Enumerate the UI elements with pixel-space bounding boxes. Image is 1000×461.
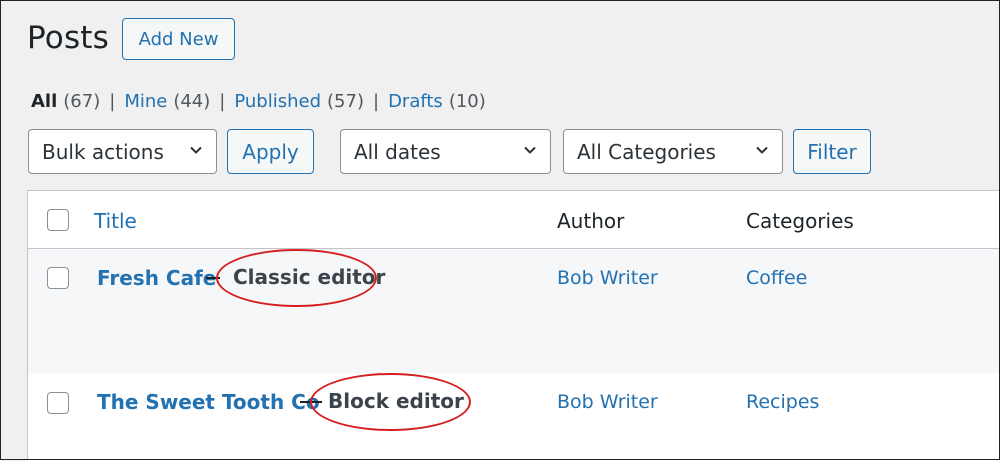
author-link[interactable]: Bob Writer <box>557 267 658 289</box>
view-separator: | <box>109 91 116 112</box>
column-categories: Categories <box>746 209 854 233</box>
annotation-label: Block editor <box>328 389 464 413</box>
bulk-actions-value: Bulk actions <box>42 139 164 164</box>
chevron-down-icon <box>190 146 202 154</box>
chevron-down-icon <box>524 146 536 154</box>
select-all-checkbox[interactable] <box>47 209 69 231</box>
bulk-actions-select[interactable]: Bulk actions <box>28 129 217 174</box>
dates-select[interactable]: All dates <box>340 129 551 174</box>
posts-table: Title Author Categories Fresh Cafe Bob W… <box>27 190 1000 461</box>
post-title-link[interactable]: Fresh Cafe <box>97 266 216 290</box>
annotation-label: Classic editor <box>233 265 386 289</box>
column-title[interactable]: Title <box>94 209 137 233</box>
add-new-button[interactable]: Add New <box>122 18 235 60</box>
apply-button[interactable]: Apply <box>227 129 314 174</box>
view-mine-link[interactable]: Mine <box>124 91 167 112</box>
table-row: The Sweet Tooth Co Bob Writer Recipes <box>28 373 1000 461</box>
category-link[interactable]: Recipes <box>746 391 819 413</box>
view-published-link[interactable]: Published <box>234 91 321 112</box>
column-author: Author <box>557 209 625 233</box>
categories-value: All Categories <box>577 139 716 164</box>
category-link[interactable]: Coffee <box>746 267 807 289</box>
view-drafts-link[interactable]: Drafts <box>388 91 443 112</box>
dates-value: All dates <box>354 139 441 164</box>
view-mine-count: (44) <box>173 91 211 112</box>
row-checkbox[interactable] <box>47 267 69 289</box>
view-published-count: (57) <box>327 91 364 112</box>
author-link[interactable]: Bob Writer <box>557 391 658 413</box>
filter-button[interactable]: Filter <box>793 129 871 174</box>
view-all-count: (67) <box>63 91 101 112</box>
view-separator: | <box>372 91 380 112</box>
page-title: Posts <box>27 20 110 56</box>
row-checkbox[interactable] <box>47 392 69 414</box>
post-status-filters: All (67) | Mine (44) | Published (57) | … <box>31 91 486 112</box>
categories-select[interactable]: All Categories <box>563 129 783 174</box>
table-header: Title Author Categories <box>28 191 1000 249</box>
view-drafts-count: (10) <box>448 91 486 112</box>
view-all-link[interactable]: All <box>31 91 57 112</box>
view-separator: | <box>219 91 226 112</box>
chevron-down-icon <box>756 146 768 154</box>
table-row: Fresh Cafe Bob Writer Coffee <box>28 249 1000 373</box>
post-title-link[interactable]: The Sweet Tooth Co <box>97 390 320 414</box>
